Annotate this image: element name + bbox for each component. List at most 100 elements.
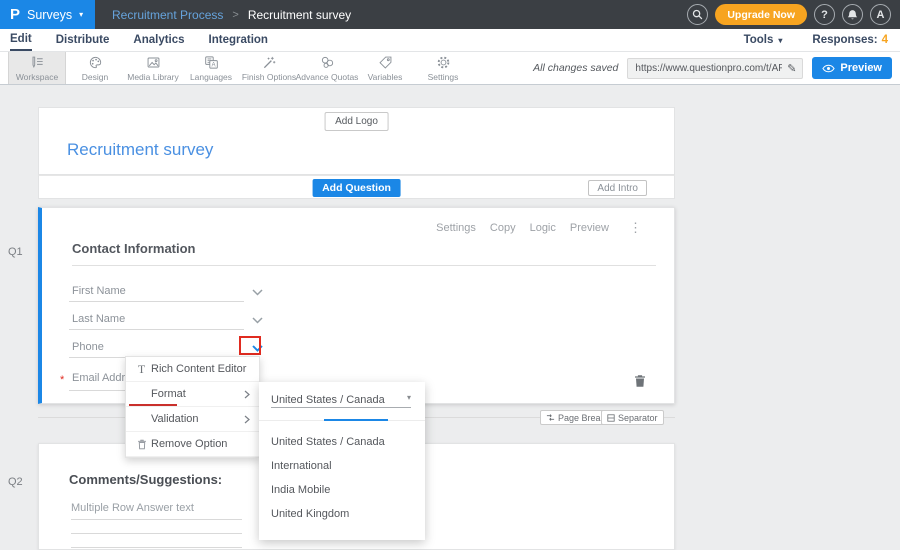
question-gutter-q1: Q1 [8,246,23,258]
main-nav: Edit Distribute Analytics Integration To… [0,29,900,52]
breadcrumb-separator: > [232,9,238,21]
survey-header-block: Add Logo Recruitment survey [38,107,675,175]
question-actions: Settings Copy Logic Preview ⋮ [436,220,642,236]
toolbar-tab-settings[interactable]: Settings [414,52,472,84]
nav-right: Tools ▾ Responses:4 [744,29,900,51]
annotation-underline [129,404,177,406]
trash-icon [137,439,147,450]
nav-tab-edit[interactable]: Edit [10,29,32,51]
toolbar-tab-languages[interactable]: A Languages [182,52,240,84]
workspace-icon [30,55,45,70]
format-option-us-canada[interactable]: United States / Canada [259,430,425,454]
submenu-divider-accent [324,419,388,421]
save-status: All changes saved [533,62,618,74]
tools-menu[interactable]: Tools ▾ [744,34,783,46]
questionpro-logo: P [10,7,20,22]
context-menu: T Rich Content Editor Format Validation … [125,356,260,458]
question-action-preview[interactable]: Preview [570,222,609,234]
breadcrumb-parent[interactable]: Recruitment Process [112,8,223,22]
field-row-first-name[interactable]: First Name [69,282,244,302]
menu-item-rich-content-editor[interactable]: T Rich Content Editor [126,357,259,382]
trash-icon [634,374,646,388]
nav-tab-distribute[interactable]: Distribute [56,29,110,51]
variables-icon [378,55,393,70]
answer-line [71,533,242,534]
format-option-india-mobile[interactable]: India Mobile [259,478,425,502]
separator-button[interactable]: Separator [601,410,664,425]
chevron-down-icon[interactable] [252,317,263,324]
question-title-divider [72,265,656,266]
breadcrumb: Recruitment Process > Recruitment survey [112,8,351,22]
eye-icon [822,64,835,73]
chevron-right-icon [244,390,250,399]
topbar-actions: Upgrade Now ? A [687,4,900,25]
field-row-phone[interactable]: Phone [69,338,244,358]
caret-down-icon: ▾ [778,36,782,45]
tools-label: Tools [744,34,774,46]
menu-item-validation[interactable]: Validation [126,407,259,432]
toolbar-tab-workspace[interactable]: Workspace [8,52,66,84]
survey-canvas: Q1 Q2 Add Logo Recruitment survey Add Qu… [0,85,900,550]
toolbar-tab-design[interactable]: Design [66,52,124,84]
breadcrumb-current: Recruitment survey [248,8,351,22]
page-break-icon [546,413,555,422]
notifications-button[interactable] [842,4,863,25]
menu-item-remove-option[interactable]: Remove Option [126,432,259,457]
add-question-row: Add Question Add Intro [38,175,675,199]
top-bar: P Surveys ▾ Recruitment Process > Recrui… [0,0,900,29]
preview-button[interactable]: Preview [812,57,892,79]
field-row-last-name[interactable]: Last Name [69,310,244,330]
help-button[interactable]: ? [814,4,835,25]
chevron-right-icon [244,415,250,424]
design-icon [88,55,103,70]
chevron-down-icon[interactable] [252,289,263,296]
survey-url-input[interactable] [628,63,785,74]
surveys-product-menu[interactable]: P Surveys ▾ [0,0,95,29]
answer-line [71,519,242,520]
avatar[interactable]: A [870,4,891,25]
survey-title[interactable]: Recruitment survey [67,140,213,160]
nav-tab-analytics[interactable]: Analytics [133,29,184,51]
field-label: Phone [72,341,104,353]
separator-icon [607,414,615,422]
question-action-logic[interactable]: Logic [530,222,556,234]
finish-options-icon [262,55,277,70]
required-asterisk: * [60,374,64,386]
question-action-settings[interactable]: Settings [436,222,476,234]
pencil-icon[interactable]: ✎ [785,62,802,75]
question-title[interactable]: Contact Information [72,241,196,256]
caret-down-icon: ▾ [407,393,411,402]
answer-placeholder[interactable]: Multiple Row Answer text [71,502,194,514]
format-select[interactable]: United States / Canada ▾ [271,390,411,408]
search-icon [692,9,703,20]
question-action-copy[interactable]: Copy [490,222,516,234]
product-menu-label: Surveys [27,8,72,22]
toolbar-tab-advance-quotas[interactable]: Advance Quotas [298,52,356,84]
add-intro-button[interactable]: Add Intro [588,180,647,196]
toolbar-right: All changes saved ✎ Preview [533,52,892,84]
media-library-icon [146,55,161,70]
delete-question-button[interactable] [634,374,646,391]
toolbar-tab-finish-options[interactable]: Finish Options [240,52,298,84]
toolbar-tab-variables[interactable]: Variables [356,52,414,84]
nav-tab-integration[interactable]: Integration [209,29,268,51]
questionpro-survey-editor: P Surveys ▾ Recruitment Process > Recrui… [0,0,900,550]
format-option-international[interactable]: International [259,454,425,478]
format-option-united-kingdom[interactable]: United Kingdom [259,502,425,526]
survey-url-box: ✎ [627,58,803,79]
upgrade-now-button[interactable]: Upgrade Now [715,4,807,25]
more-options-icon[interactable]: ⋮ [629,220,642,236]
format-submenu: United States / Canada ▾ United States /… [259,382,425,540]
add-question-button[interactable]: Add Question [312,179,401,197]
question-title[interactable]: Comments/Suggestions: [69,472,222,487]
answer-line [71,547,242,548]
languages-icon: A [204,55,219,70]
search-button[interactable] [687,4,708,25]
rich-text-icon: T [138,362,145,377]
question-gutter-q2: Q2 [8,476,23,488]
caret-down-icon: ▾ [79,10,83,19]
add-logo-button[interactable]: Add Logo [324,112,389,131]
responses-link[interactable]: Responses:4 [812,34,888,46]
toolbar-tab-media-library[interactable]: Media Library [124,52,182,84]
format-select-value: United States / Canada [271,394,385,406]
